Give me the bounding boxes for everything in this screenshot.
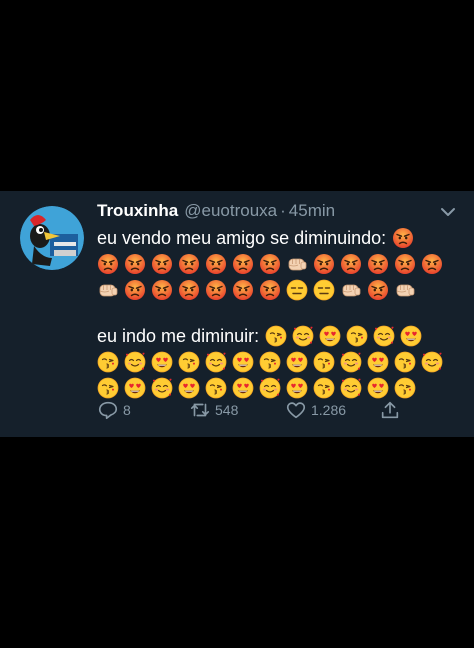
hearts-emoji bbox=[151, 377, 173, 399]
hearts-emoji bbox=[259, 377, 281, 399]
tweet-line-3 bbox=[97, 277, 457, 303]
retweet-button[interactable]: 548 bbox=[189, 397, 238, 423]
angry-emoji bbox=[124, 279, 146, 301]
heart-eyes-emoji bbox=[124, 377, 146, 399]
share-button[interactable] bbox=[379, 397, 405, 423]
retweet-count: 548 bbox=[215, 402, 239, 418]
heart-eyes-emoji bbox=[286, 351, 308, 373]
angry-emoji bbox=[178, 279, 200, 301]
angry-emoji bbox=[367, 253, 389, 275]
kiss-emoji bbox=[346, 325, 368, 347]
heart-eyes-emoji bbox=[367, 377, 389, 399]
angry-emoji bbox=[259, 253, 281, 275]
user-handle[interactable]: @euotrouxa bbox=[184, 201, 277, 221]
display-name[interactable]: Trouxinha bbox=[97, 201, 178, 221]
separator-dot: · bbox=[280, 201, 286, 220]
heart-icon bbox=[286, 402, 306, 419]
heart-eyes-emoji bbox=[151, 351, 173, 373]
angry-emoji bbox=[232, 279, 254, 301]
reply-count: 8 bbox=[123, 402, 131, 418]
like-button[interactable]: 1.286 bbox=[285, 397, 346, 423]
like-count: 1.286 bbox=[311, 402, 347, 418]
angry-emoji bbox=[394, 253, 416, 275]
kiss-emoji bbox=[313, 351, 335, 373]
heart-eyes-emoji bbox=[232, 351, 254, 373]
angry-emoji bbox=[97, 253, 119, 275]
tweet-line-1-text: eu vendo meu amigo se diminuindo: bbox=[97, 228, 387, 248]
angry-emoji bbox=[151, 279, 173, 301]
hearts-emoji bbox=[292, 325, 314, 347]
angry-emoji bbox=[313, 253, 335, 275]
kiss-emoji bbox=[178, 351, 200, 373]
angry-emoji bbox=[124, 253, 146, 275]
retweet-icon bbox=[190, 403, 210, 417]
tweet-line-4: eu indo me diminuir: bbox=[97, 323, 457, 349]
angry-emoji bbox=[259, 279, 281, 301]
heart-eyes-emoji bbox=[286, 377, 308, 399]
fist-emoji bbox=[340, 279, 362, 301]
tweet-text: eu vendo meu amigo se diminuindo: eu ind… bbox=[97, 225, 457, 401]
avatar[interactable] bbox=[20, 206, 84, 270]
kiss-emoji bbox=[394, 351, 416, 373]
timestamp[interactable]: 45min bbox=[289, 201, 335, 221]
hearts-emoji bbox=[340, 377, 362, 399]
kiss-emoji bbox=[259, 351, 281, 373]
angry-emoji bbox=[178, 253, 200, 275]
fist-emoji bbox=[394, 279, 416, 301]
share-icon bbox=[381, 401, 399, 419]
heart-eyes-emoji bbox=[400, 325, 422, 347]
angry-emoji bbox=[232, 253, 254, 275]
heart-eyes-emoji bbox=[178, 377, 200, 399]
reply-icon bbox=[98, 401, 118, 420]
chevron-down-icon[interactable] bbox=[440, 205, 456, 217]
kiss-emoji bbox=[97, 351, 119, 373]
angry-emoji bbox=[421, 253, 443, 275]
angry-emoji bbox=[205, 253, 227, 275]
kiss-emoji bbox=[205, 377, 227, 399]
expressionless-emoji bbox=[313, 279, 335, 301]
heart-eyes-emoji bbox=[319, 325, 341, 347]
kiss-emoji bbox=[97, 377, 119, 399]
hearts-emoji bbox=[421, 351, 443, 373]
tweet-line-5 bbox=[97, 349, 457, 375]
angry-emoji bbox=[367, 279, 389, 301]
fist-emoji bbox=[97, 279, 119, 301]
hearts-emoji bbox=[205, 351, 227, 373]
angry-emoji bbox=[392, 227, 414, 249]
angry-emoji bbox=[205, 279, 227, 301]
tweet-line-2 bbox=[97, 251, 457, 277]
angry-emoji bbox=[151, 253, 173, 275]
heart-eyes-emoji bbox=[232, 377, 254, 399]
kiss-emoji bbox=[394, 377, 416, 399]
heart-eyes-emoji bbox=[367, 351, 389, 373]
angry-emoji bbox=[340, 253, 362, 275]
tweet-card[interactable]: Trouxinha @euotrouxa · 45min eu vendo me… bbox=[0, 191, 474, 437]
tweet-actions: 8 548 1.286 bbox=[97, 397, 417, 423]
fist-emoji bbox=[286, 253, 308, 275]
kiss-emoji bbox=[313, 377, 335, 399]
hearts-emoji bbox=[340, 351, 362, 373]
tweet-header: Trouxinha @euotrouxa · 45min bbox=[97, 201, 335, 223]
reply-button[interactable]: 8 bbox=[97, 397, 131, 423]
tweet-line-1: eu vendo meu amigo se diminuindo: bbox=[97, 225, 457, 251]
kiss-emoji bbox=[265, 325, 287, 347]
expressionless-emoji bbox=[286, 279, 308, 301]
hearts-emoji bbox=[124, 351, 146, 373]
tweet-line-4-text: eu indo me diminuir: bbox=[97, 326, 260, 346]
hearts-emoji bbox=[373, 325, 395, 347]
